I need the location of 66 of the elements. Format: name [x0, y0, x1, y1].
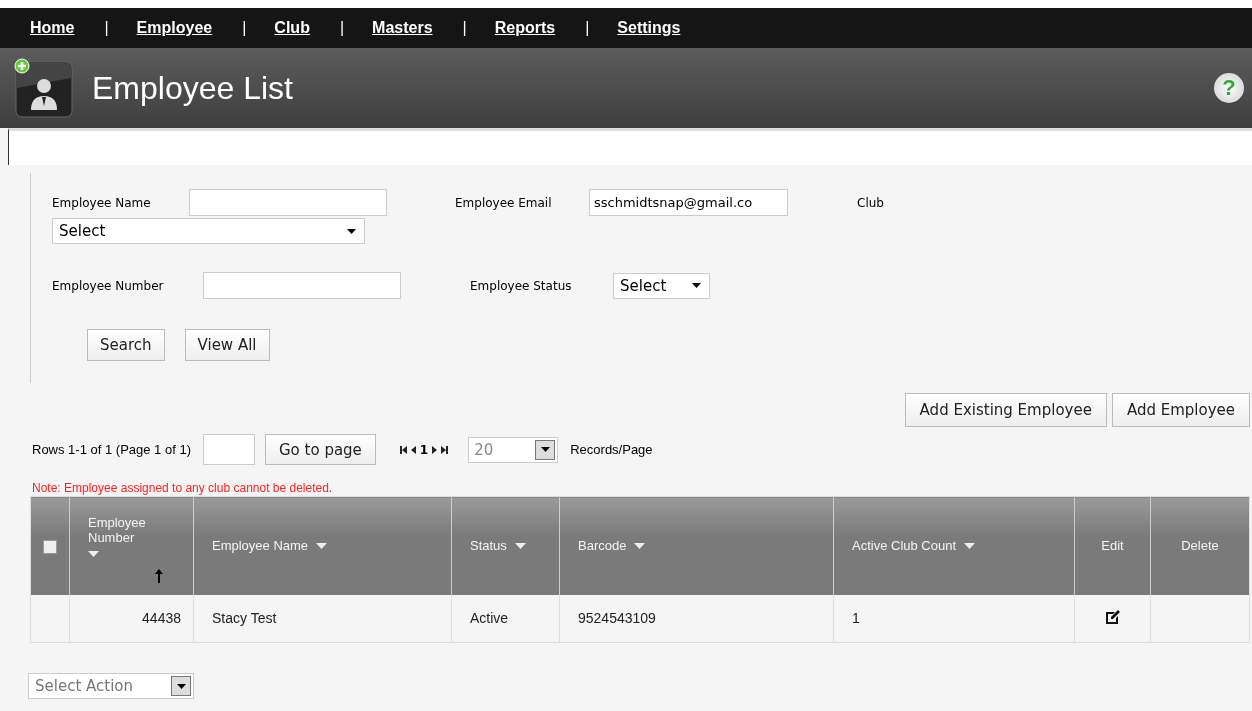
nav-separator: |	[242, 19, 247, 37]
column-header[interactable]: Barcode	[578, 538, 627, 554]
caret-icon	[692, 283, 701, 288]
dropdown-button[interactable]	[535, 439, 556, 460]
records-dropdown[interactable]: 20	[468, 436, 559, 463]
field-label: Employee Name	[52, 195, 152, 210]
email-field[interactable]: sschmidtsnap@gmail.co	[589, 189, 788, 216]
nav-link[interactable]: Masters	[372, 19, 433, 37]
sort-up-arrow-icon	[155, 568, 163, 583]
add-employee-button[interactable]: Add Employee	[1111, 393, 1250, 427]
column-header[interactable]: Employee Name	[212, 538, 309, 554]
sort-caret-icon[interactable]	[964, 542, 976, 549]
caret-icon	[347, 228, 356, 234]
employee-add-icon	[13, 58, 75, 118]
next-page-icon[interactable]	[431, 445, 439, 454]
sort-caret-icon[interactable]	[316, 542, 328, 549]
first-page-icon[interactable]	[399, 445, 407, 454]
edit-icon[interactable]	[1104, 608, 1121, 625]
club-dropdown[interactable]: Select	[52, 218, 365, 244]
table-cell: 9524543109	[578, 610, 656, 627]
field-label: Employee Email	[455, 195, 553, 210]
number-field[interactable]	[203, 272, 401, 299]
nav-link[interactable]: Employee	[136, 19, 213, 37]
field-label: Employee Status	[470, 278, 573, 293]
field-label: Club	[857, 195, 884, 210]
table-cell: 44438	[142, 610, 181, 627]
column-header: Edit	[1101, 538, 1124, 554]
sort-caret-icon[interactable]	[634, 542, 646, 549]
column-header[interactable]: Status	[470, 538, 507, 554]
caret-icon	[176, 683, 186, 689]
name-field[interactable]	[189, 189, 387, 216]
table-row[interactable]: 44438 Stacy Test Active 9524543109 1	[30, 594, 1250, 643]
nav-link[interactable]: Club	[274, 19, 310, 37]
column-header[interactable]: Employee Number	[88, 514, 158, 545]
last-page-icon[interactable]	[441, 445, 449, 454]
status-dropdown[interactable]: Select	[613, 272, 710, 299]
column-header[interactable]: Active Club Count	[852, 538, 957, 554]
nav-separator: |	[104, 19, 109, 37]
page-title: Employee List	[92, 69, 294, 107]
select-all-checkbox[interactable]	[43, 539, 57, 554]
nav-link[interactable]: Settings	[617, 19, 681, 37]
dropdown-button[interactable]	[171, 676, 191, 696]
nav-separator: |	[339, 19, 345, 37]
go-to-page-button[interactable]: Go to page	[265, 434, 376, 465]
nav-separator: |	[462, 19, 467, 37]
records-label: Records/Page	[570, 442, 653, 457]
action-dropdown[interactable]: Select Action	[28, 673, 194, 699]
nav-separator: |	[585, 19, 590, 37]
page-field[interactable]	[203, 434, 255, 465]
previous-page-icon[interactable]	[409, 445, 417, 454]
field-label: Employee Number	[52, 278, 165, 293]
caret-icon	[540, 447, 550, 452]
table-cell: Stacy Test	[212, 610, 277, 627]
nav-link[interactable]: Reports	[494, 19, 556, 37]
column-header: Delete	[1181, 538, 1219, 554]
pager-summary: Rows 1-1 of 1 (Page 1 of 1)	[32, 442, 191, 457]
search-button[interactable]: Search	[87, 329, 165, 361]
sort-caret-icon[interactable]	[514, 542, 526, 549]
add-existing-button[interactable]: Add Existing Employee	[904, 393, 1107, 427]
table-cell: Active	[470, 610, 509, 627]
view-all-button[interactable]: View All	[184, 329, 270, 361]
table-cell: 1	[852, 610, 860, 627]
note-text: Note: Employee assigned to any club cannot be deleted.	[32, 481, 334, 496]
sort-caret-icon[interactable]	[88, 550, 99, 557]
current-page: 1	[419, 442, 429, 457]
nav-link[interactable]: Home	[30, 19, 75, 37]
